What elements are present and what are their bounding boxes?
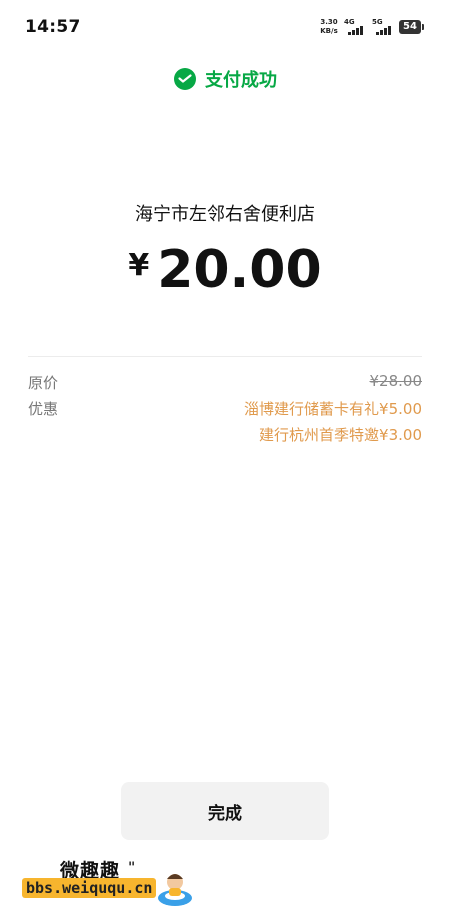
currency-symbol: ¥ — [128, 248, 150, 283]
network-speed-unit: KB/s — [320, 27, 338, 35]
discount-item: 淄博建行储蓄卡有礼¥5.00 — [244, 400, 422, 418]
status-bar: 14:57 3.30 KB/s 4G 5G 54 — [0, 0, 450, 56]
signal-4g-icon: 4G — [344, 18, 370, 36]
discount-label: 优惠 — [28, 400, 59, 418]
payment-status-header: 支付成功 — [0, 64, 450, 94]
signal-4g-label: 4G — [344, 18, 355, 26]
network-speed-value: 3.30 — [320, 18, 338, 26]
discount-item: 建行杭州首季特邀¥3.00 — [259, 426, 422, 444]
done-button[interactable]: 完成 — [121, 782, 329, 840]
original-price-value: ¥28.00 — [369, 372, 423, 390]
watermark-site: bbs.weiququ.cn — [22, 878, 157, 898]
payment-status-text: 支付成功 — [205, 70, 277, 91]
amount-value: 20.00 — [157, 240, 322, 300]
signal-5g-label: 5G — [372, 18, 383, 26]
watermark-mark: " — [128, 860, 136, 876]
divider — [28, 356, 422, 357]
mascot-icon — [158, 874, 192, 906]
network-speed: 3.30 KB/s — [316, 18, 342, 36]
merchant-name: 海宁市左邻右舍便利店 — [135, 204, 315, 225]
status-time: 14:57 — [25, 17, 81, 37]
payment-amount: ¥20.00 — [0, 240, 450, 300]
original-price-label: 原价 — [28, 374, 59, 392]
battery-icon: 54 — [399, 20, 424, 34]
signal-5g-icon: 5G — [372, 18, 398, 36]
wechat-pay-icon — [174, 68, 196, 90]
